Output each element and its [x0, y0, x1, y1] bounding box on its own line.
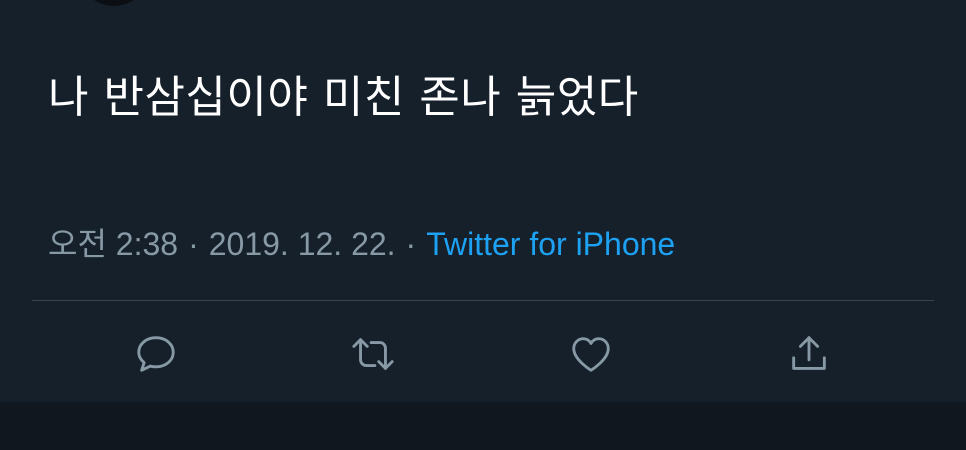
meta-separator: ·	[405, 226, 417, 262]
tweet-date: 2019. 12. 22.	[208, 226, 396, 262]
share-button[interactable]	[781, 326, 837, 382]
retweet-icon	[352, 338, 394, 370]
reply-button[interactable]	[128, 326, 184, 382]
like-button[interactable]	[563, 326, 619, 382]
reply-icon	[137, 336, 175, 372]
tweet-text: 나 반삼십이야 미친 존나 늙었다	[48, 72, 639, 123]
tweet-actions	[0, 326, 966, 382]
tweet-meta: 오전 2:38 · 2019. 12. 22. · Twitter for iPhone	[48, 224, 675, 264]
retweet-button[interactable]	[345, 326, 401, 382]
meta-separator: ·	[188, 226, 199, 262]
tweet-source-link[interactable]: Twitter for iPhone	[426, 226, 675, 262]
avatar[interactable]	[78, 0, 150, 6]
heart-icon	[572, 337, 610, 372]
divider	[32, 300, 934, 301]
share-icon	[792, 336, 826, 370]
bottom-bar	[0, 402, 966, 450]
tweet-time: 오전 2:38	[48, 226, 179, 262]
